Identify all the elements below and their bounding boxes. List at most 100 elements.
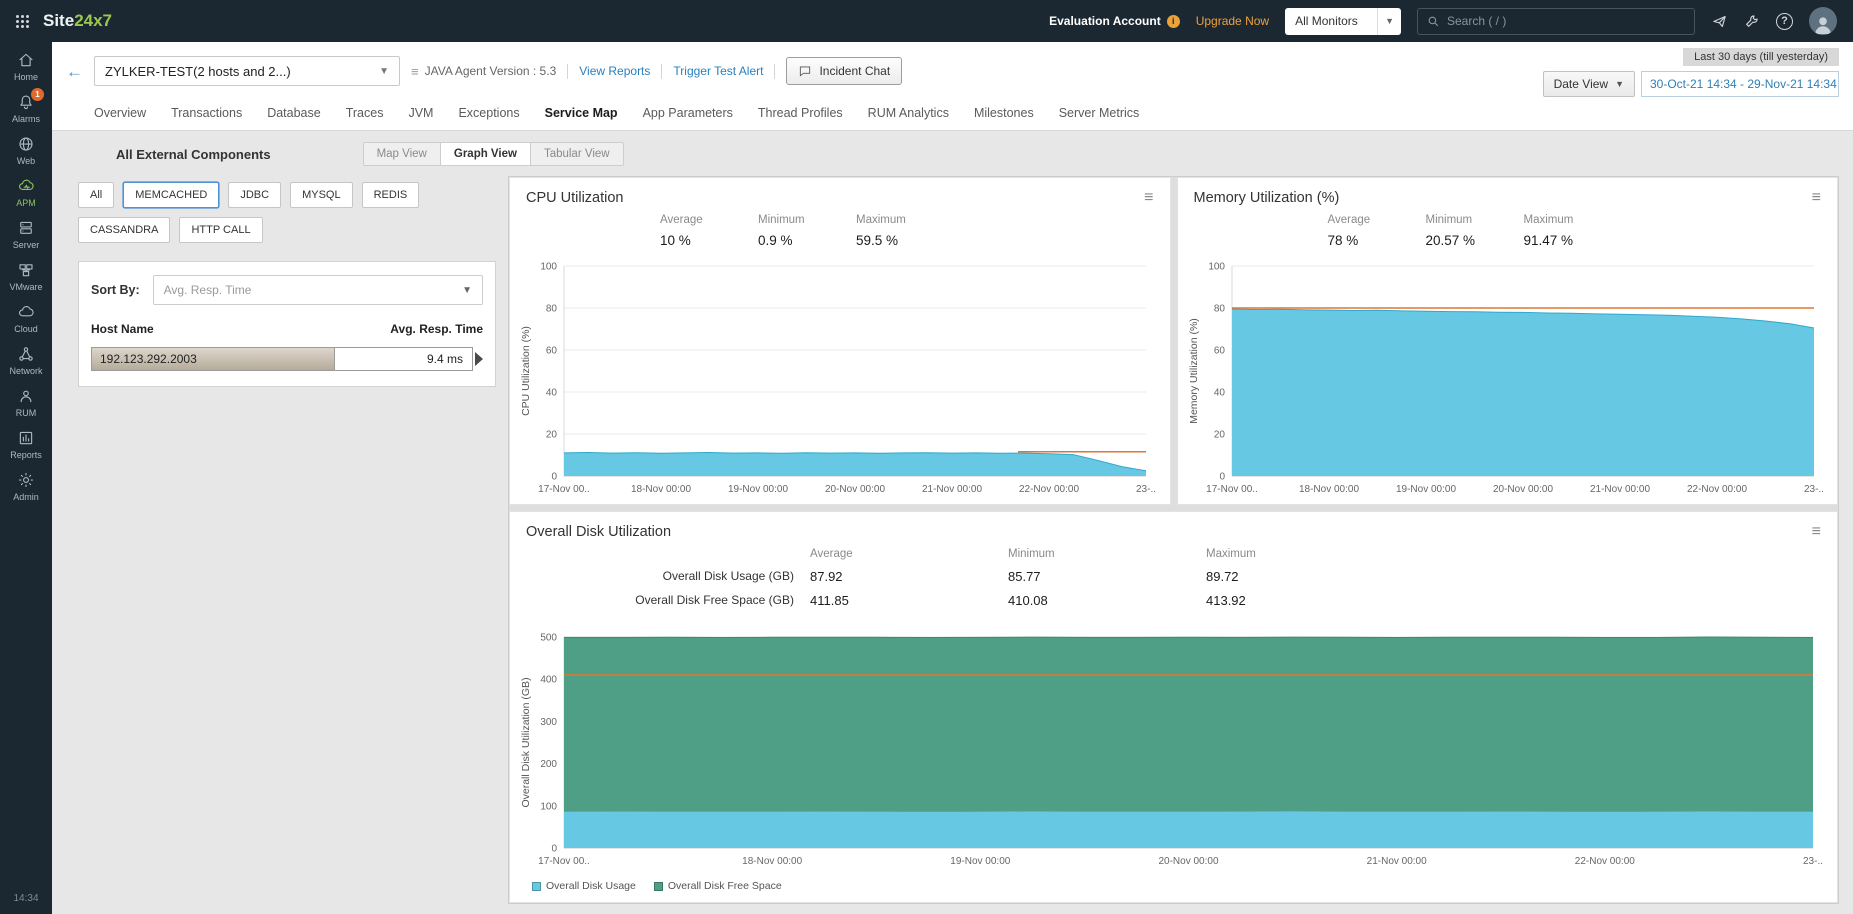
back-arrow-icon[interactable]: ← [66, 63, 83, 80]
cell-value: 85.77 [1008, 569, 1206, 584]
card-header: Overall Disk Utilization ≡ [510, 512, 1837, 546]
host-response-bar[interactable]: 192.123.292.2003 9.4 ms [91, 347, 473, 371]
svg-text:60: 60 [546, 346, 558, 357]
svg-text:21-Nov 00:00: 21-Nov 00:00 [922, 484, 982, 495]
sidebar-item-label: VMware [9, 282, 42, 292]
svg-text:20: 20 [1213, 430, 1225, 441]
sidebar-item-rum[interactable]: RUM [0, 381, 52, 423]
reports-icon [17, 429, 35, 447]
sort-by-label: Sort By: [91, 283, 140, 297]
sidebar-item-cloud[interactable]: Cloud [0, 297, 52, 339]
filter-all[interactable]: All [78, 182, 114, 208]
filter-cassandra[interactable]: CASSANDRA [78, 217, 170, 243]
search-icon [1427, 15, 1440, 28]
date-range-picker[interactable]: 30-Oct-21 14:34 - 29-Nov-21 14:34 [1641, 71, 1839, 97]
stat-value: 20.57 % [1426, 233, 1510, 248]
monitor-dropdown[interactable]: ZYLKER-TEST(2 hosts and 2...) ▼ [94, 56, 400, 86]
incident-chat-button[interactable]: Incident Chat [786, 57, 902, 85]
upgrade-now-link[interactable]: Upgrade Now [1196, 14, 1269, 28]
host-name-column: Host Name [91, 322, 154, 336]
stat-average: Average10 % [660, 214, 758, 248]
legend-item[interactable]: Overall Disk Usage [532, 880, 636, 892]
filter-redis[interactable]: REDIS [362, 182, 420, 208]
tab-milestones[interactable]: Milestones [974, 106, 1034, 120]
filter-jdbc[interactable]: JDBC [228, 182, 281, 208]
map-view-button[interactable]: Map View [364, 143, 440, 165]
announcement-icon[interactable] [1711, 13, 1728, 30]
filter-mysql[interactable]: MYSQL [290, 182, 353, 208]
sidebar-item-vmware[interactable]: VMware [0, 255, 52, 297]
tab-traces[interactable]: Traces [346, 106, 384, 120]
sidebar-item-label: Alarms [12, 114, 40, 124]
tab-jvm[interactable]: JVM [408, 106, 433, 120]
sidebar-item-network[interactable]: Network [0, 339, 52, 381]
svg-text:22-Nov 00:00: 22-Nov 00:00 [1575, 856, 1635, 867]
card-title: Overall Disk Utilization [526, 524, 671, 540]
tab-exceptions[interactable]: Exceptions [458, 106, 519, 120]
sidebar-item-label: Server [13, 240, 40, 250]
cell-value: 87.92 [810, 569, 1008, 584]
sidebar-item-reports[interactable]: Reports [0, 423, 52, 465]
chevron-down-icon: ▼ [1377, 8, 1401, 35]
sidebar-item-admin[interactable]: Admin [0, 465, 52, 507]
filter-memcached[interactable]: MEMCACHED [123, 182, 219, 208]
table-row: Overall Disk Usage (GB) 87.92 85.77 89.7… [510, 569, 1837, 584]
site24x7-logo[interactable]: Site24x7 [43, 11, 112, 31]
evaluation-account-label: Evaluation Account [1049, 14, 1161, 28]
chart-menu-icon[interactable]: ≡ [1812, 190, 1821, 206]
sidebar-item-label: Admin [13, 492, 39, 502]
trigger-test-alert-link[interactable]: Trigger Test Alert [673, 64, 763, 78]
tab-server-metrics[interactable]: Server Metrics [1059, 106, 1140, 120]
sidebar-item-server[interactable]: Server [0, 213, 52, 255]
date-range-summary: Last 30 days (till yesterday) [1683, 48, 1839, 66]
topbar: Site24x7 Evaluation Account i Upgrade Now… [0, 0, 1853, 42]
search-input[interactable] [1447, 14, 1685, 28]
chart-menu-icon[interactable]: ≡ [1144, 190, 1153, 206]
view-reports-link[interactable]: View Reports [579, 64, 650, 78]
tabular-view-button[interactable]: Tabular View [530, 143, 623, 165]
sidebar: Home 1 Alarms Web APM Server VMware Clou… [0, 42, 52, 914]
tab-thread-profiles[interactable]: Thread Profiles [758, 106, 843, 120]
avatar[interactable] [1809, 7, 1837, 35]
apps-grid-icon[interactable] [16, 15, 31, 28]
sidebar-item-home[interactable]: Home [0, 45, 52, 87]
help-icon[interactable]: ? [1776, 13, 1793, 30]
all-monitors-dropdown[interactable]: All Monitors ▼ [1285, 8, 1401, 35]
stat-value: 10 % [660, 233, 744, 248]
tab-rum-analytics[interactable]: RUM Analytics [868, 106, 949, 120]
stat-label: Maximum [856, 214, 940, 226]
date-view-button[interactable]: Date View▼ [1543, 71, 1635, 97]
info-icon[interactable]: i [1167, 15, 1180, 28]
svg-text:400: 400 [540, 675, 557, 686]
date-view-label: Date View [1554, 77, 1608, 91]
brand-24x7: 24x7 [74, 11, 112, 30]
svg-text:20-Nov 00:00: 20-Nov 00:00 [1492, 484, 1552, 495]
sidebar-item-alarms[interactable]: 1 Alarms [0, 87, 52, 129]
filter-http-call[interactable]: HTTP CALL [179, 217, 262, 243]
tab-service-map[interactable]: Service Map [545, 106, 618, 120]
sort-by-dropdown[interactable]: Avg. Resp. Time ▼ [153, 275, 483, 305]
sidebar-item-label: RUM [16, 408, 37, 418]
tab-transactions[interactable]: Transactions [171, 106, 242, 120]
sidebar-item-label: Home [14, 72, 38, 82]
chart-menu-icon[interactable]: ≡ [1812, 524, 1821, 540]
disk-stats-header: Average Minimum Maximum [510, 548, 1837, 560]
cell-value: 411.85 [810, 593, 1008, 608]
tools-icon[interactable] [1744, 13, 1760, 29]
svg-text:20: 20 [546, 430, 558, 441]
sidebar-item-web[interactable]: Web [0, 129, 52, 171]
graph-view-button[interactable]: Graph View [440, 143, 530, 165]
tab-app-parameters[interactable]: App Parameters [643, 106, 733, 120]
svg-text:17-Nov 00..: 17-Nov 00.. [538, 856, 590, 867]
agent-version: ≡JAVA Agent Version : 5.3 [411, 64, 556, 79]
legend-item[interactable]: Overall Disk Free Space [654, 880, 782, 892]
stat-maximum: Maximum91.47 % [1524, 214, 1622, 248]
chevron-right-icon[interactable] [475, 352, 483, 366]
tab-database[interactable]: Database [267, 106, 321, 120]
sidebar-clock: 14:34 [13, 883, 38, 914]
svg-text:300: 300 [540, 717, 557, 728]
sidebar-item-apm[interactable]: APM [0, 171, 52, 213]
tab-overview[interactable]: Overview [94, 106, 146, 120]
row-label: Overall Disk Free Space (GB) [510, 593, 810, 608]
cpu-utilization-chart: 02040608010017-Nov 00..18-Nov 00:0019-No… [516, 256, 1162, 500]
